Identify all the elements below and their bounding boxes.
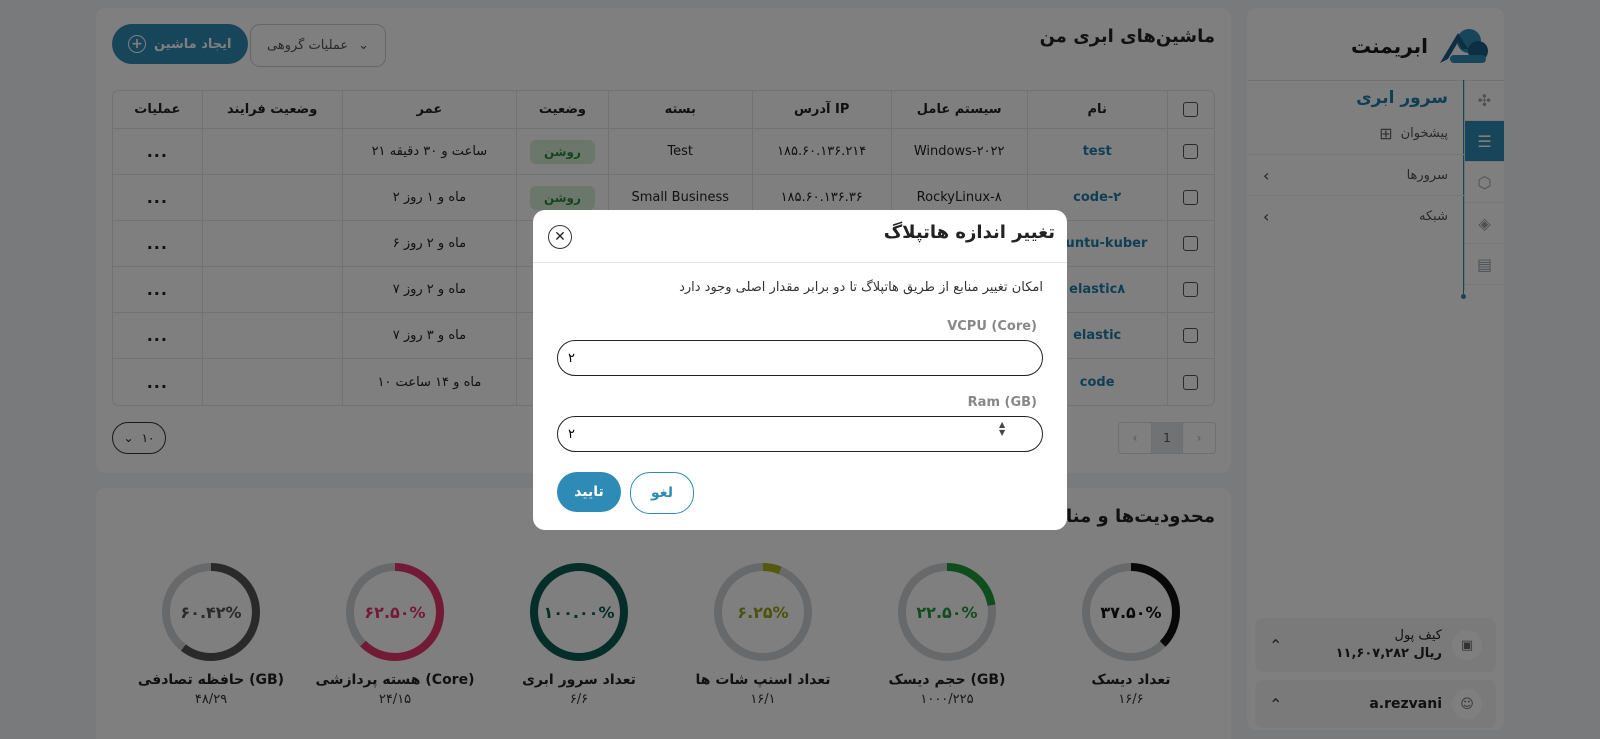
cancel-button[interactable]: لغو <box>630 472 694 514</box>
close-icon[interactable]: ✕ <box>548 225 572 249</box>
hotplug-resize-modal: تغییر اندازه هاتپلاگ ✕ امکان تغییر منابع… <box>533 210 1067 530</box>
modal-divider <box>533 262 1067 263</box>
vcpu-label: VCPU (Core) <box>947 319 1037 334</box>
ram-stepper[interactable]: ▲ ▼ <box>999 421 1005 437</box>
confirm-button[interactable]: تایید <box>557 472 621 512</box>
ram-input[interactable] <box>557 416 1043 452</box>
modal-description: امکان تغییر منابع از طریق هاتپلاگ تا دو … <box>679 280 1043 295</box>
modal-title: تغییر اندازه هاتپلاگ <box>883 222 1055 243</box>
vcpu-input[interactable] <box>557 340 1043 376</box>
ram-label: Ram (GB) <box>967 395 1037 410</box>
